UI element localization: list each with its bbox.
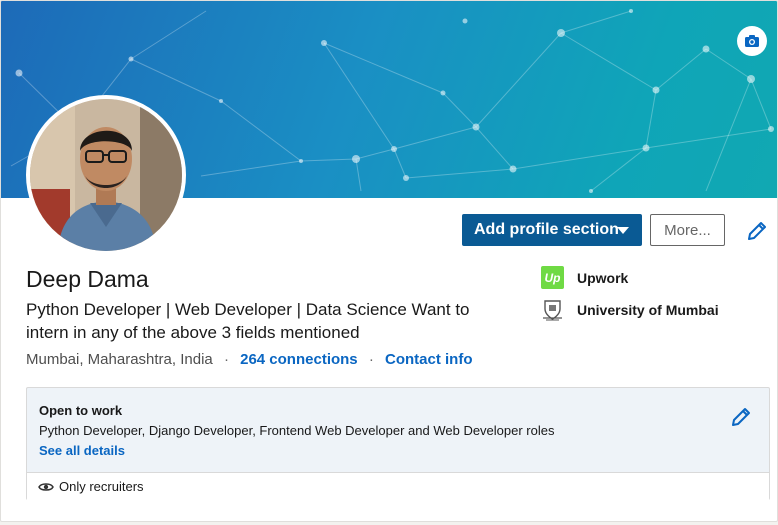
open-to-work-roles: Python Developer, Django Developer, Fron… — [39, 423, 555, 438]
edit-open-to-work-button[interactable] — [730, 406, 752, 433]
camera-icon — [745, 35, 759, 47]
upwork-logo: Up — [541, 266, 564, 289]
org-university[interactable]: University of Mumbai — [541, 298, 719, 321]
open-to-work-visibility: Only recruiters — [27, 472, 769, 500]
add-profile-section-label: Add profile section — [474, 221, 619, 238]
profile-card: Add profile section More... Deep Dama Py… — [0, 0, 778, 522]
edit-intro-button[interactable] — [746, 220, 768, 247]
university-crest-logo — [541, 298, 564, 321]
connections-link[interactable]: 264 connections — [240, 351, 358, 368]
eye-icon — [38, 481, 54, 493]
add-profile-section-button[interactable]: Add profile section — [462, 214, 642, 246]
see-all-details-link[interactable]: See all details — [39, 443, 125, 458]
org-university-name: University of Mumbai — [577, 301, 719, 318]
open-to-work-title: Open to work — [39, 403, 123, 418]
separator-dot: · — [368, 351, 374, 368]
pencil-icon — [748, 222, 766, 240]
profile-location-line: Mumbai, Maharashtra, India · 264 connect… — [26, 351, 473, 368]
separator-dot: · — [223, 351, 229, 368]
profile-location: Mumbai, Maharashtra, India — [26, 351, 213, 368]
more-button[interactable]: More... — [650, 214, 725, 246]
pencil-icon — [732, 408, 750, 426]
profile-photo-image — [30, 99, 182, 251]
org-upwork[interactable]: Up Upwork — [541, 266, 628, 289]
edit-background-button[interactable] — [737, 26, 767, 56]
open-to-work-card: Open to work Python Developer, Django De… — [26, 387, 770, 500]
profile-name: Deep Dama — [26, 266, 149, 292]
org-upwork-name: Upwork — [577, 269, 629, 286]
more-button-label: More... — [664, 221, 711, 239]
visibility-label: Only recruiters — [59, 479, 144, 494]
profile-headline: Python Developer | Web Developer | Data … — [26, 300, 470, 342]
profile-photo[interactable] — [26, 95, 186, 255]
contact-info-link[interactable]: Contact info — [385, 351, 473, 368]
caret-down-icon — [617, 227, 629, 234]
